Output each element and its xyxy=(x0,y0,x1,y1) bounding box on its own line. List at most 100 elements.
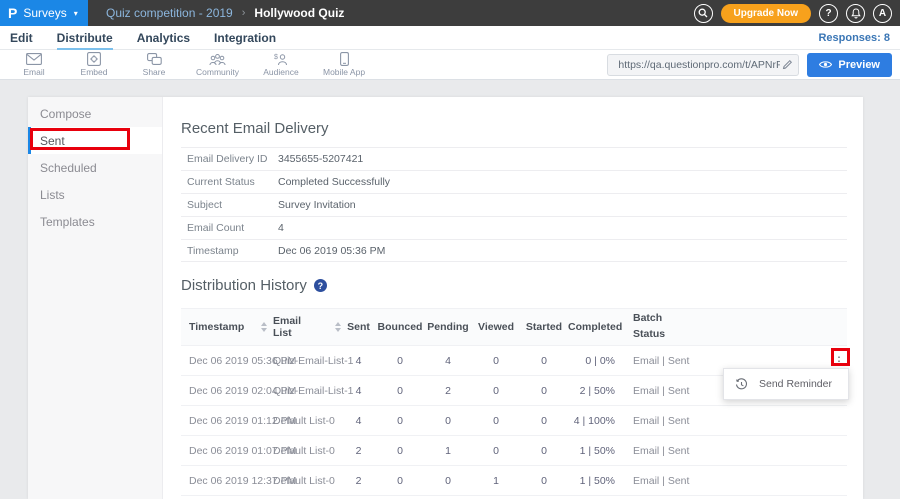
cell-completed: 0 | 0% xyxy=(568,355,615,367)
cell-pending: 0 xyxy=(424,475,472,487)
info-row-subject: SubjectSurvey Invitation xyxy=(181,193,847,216)
search-icon[interactable] xyxy=(694,4,713,23)
audience-icon: $ xyxy=(273,52,289,66)
cell-batch_status: Email | Sent xyxy=(615,355,743,367)
cell-email_list: Quiz-Email-List-1 xyxy=(266,385,341,397)
sidebar-item-label: Templates xyxy=(40,215,95,229)
toolbar-item-label: Community xyxy=(196,67,239,77)
sidebar-item-lists[interactable]: Lists xyxy=(28,181,162,208)
cell-timestamp: Dec 06 2019 01:07 PM xyxy=(181,445,266,457)
col-label: Timestamp xyxy=(189,321,244,333)
toolbar-item-audience[interactable]: $Audience xyxy=(263,52,299,77)
help-button[interactable]: ? xyxy=(819,4,838,23)
col-timestamp[interactable]: Timestamp xyxy=(181,321,266,333)
survey-url-field xyxy=(607,54,799,76)
cell-sent: 4 xyxy=(341,385,376,397)
survey-url-input[interactable] xyxy=(616,58,782,72)
notifications-bell-icon[interactable] xyxy=(846,4,865,23)
cell-email_list: Quiz-Email-List-1 xyxy=(266,355,341,367)
tab-label: Analytics xyxy=(137,31,190,45)
mobile-app-icon xyxy=(340,52,349,66)
distribution-history-title: Distribution History xyxy=(181,277,307,294)
sidebar-item-label: Compose xyxy=(40,107,91,121)
distribution-history-header: Distribution History ? xyxy=(181,277,847,294)
col-sent: Sent xyxy=(341,321,376,333)
tab-analytics[interactable]: Analytics xyxy=(137,31,190,45)
cell-bounced: 0 xyxy=(376,475,424,487)
cell-viewed: 1 xyxy=(472,475,520,487)
sent-panel-card: ComposeSentScheduledListsTemplates Recen… xyxy=(28,97,863,499)
breadcrumb-folder[interactable]: Quiz competition - 2019 xyxy=(106,6,233,20)
tab-label: Distribute xyxy=(57,31,113,50)
community-icon xyxy=(209,52,226,66)
toolbar-item-community[interactable]: Community xyxy=(196,52,239,77)
cell-sent: 2 xyxy=(341,445,376,457)
toolbar-item-embed[interactable]: Embed xyxy=(76,52,112,77)
info-row-email-count: Email Count4 xyxy=(181,216,847,239)
sidebar-item-label: Lists xyxy=(40,188,65,202)
share-icon xyxy=(147,52,162,66)
eye-icon xyxy=(819,60,832,69)
breadcrumb-current-survey: Hollywood Quiz xyxy=(254,6,344,20)
toolbar-item-label: Email xyxy=(23,67,44,77)
sidebar-item-templates[interactable]: Templates xyxy=(28,208,162,235)
cell-started: 0 xyxy=(520,355,568,367)
toolbar-item-mobile-app[interactable]: Mobile App xyxy=(323,52,365,77)
svg-text:$: $ xyxy=(274,54,278,61)
breadcrumb: Quiz competition - 2019 › Hollywood Quiz xyxy=(106,6,344,20)
info-label: Timestamp xyxy=(181,245,278,257)
info-value: 4 xyxy=(278,222,284,234)
col-bounced: Bounced xyxy=(376,321,424,333)
col-label: Viewed xyxy=(478,321,514,333)
tab-edit[interactable]: Edit xyxy=(10,31,33,45)
responses-count[interactable]: Responses: 8 xyxy=(818,32,890,44)
tab-integration[interactable]: Integration xyxy=(214,31,276,45)
upgrade-now-button[interactable]: Upgrade Now xyxy=(721,4,811,23)
col-label: Batch Status xyxy=(633,311,679,343)
sidebar-item-sent[interactable]: Sent xyxy=(28,127,162,154)
cell-email_list: Default List-0 xyxy=(266,475,341,487)
edit-url-pencil-icon[interactable] xyxy=(782,59,793,70)
preview-button[interactable]: Preview xyxy=(807,53,892,77)
help-question-icon[interactable]: ? xyxy=(314,279,327,292)
cell-completed: 4 | 100% xyxy=(568,415,615,427)
col-completed: Completed xyxy=(568,321,615,333)
cell-started: 0 xyxy=(520,385,568,397)
info-row-email-delivery-id: Email Delivery ID3455655-5207421 xyxy=(181,147,847,170)
embed-icon xyxy=(87,52,101,66)
info-label: Email Count xyxy=(181,222,278,234)
toolbar-item-share[interactable]: Share xyxy=(136,52,172,77)
chevron-down-icon: ▾ xyxy=(74,9,78,18)
cell-actions: ⋮ xyxy=(743,355,847,367)
toolbar-item-email[interactable]: Email xyxy=(16,52,52,77)
preview-button-label: Preview xyxy=(838,59,880,71)
kebab-menu-icon[interactable]: ⋮ xyxy=(831,355,847,367)
sidebar-item-scheduled[interactable]: Scheduled xyxy=(28,154,162,181)
col-email_list[interactable]: Email List xyxy=(266,315,341,339)
cell-sent: 4 xyxy=(341,355,376,367)
cell-timestamp: Dec 06 2019 05:36 PM xyxy=(181,355,266,367)
send-reminder-menu-item[interactable]: Send Reminder xyxy=(759,378,832,390)
toolbar-item-label: Mobile App xyxy=(323,67,365,77)
cell-batch_status: Email | Sent xyxy=(615,415,743,427)
sidebar-item-label: Sent xyxy=(40,134,65,148)
info-label: Email Delivery ID xyxy=(181,153,278,165)
reminder-icon xyxy=(735,378,748,391)
toolbar-item-label: Embed xyxy=(81,67,108,77)
sidebar-item-label: Scheduled xyxy=(40,161,97,175)
info-label: Subject xyxy=(181,199,278,211)
distribute-page: ComposeSentScheduledListsTemplates Recen… xyxy=(28,97,863,499)
tab-distribute[interactable]: Distribute xyxy=(57,31,113,45)
cell-timestamp: Dec 06 2019 12:37 PM xyxy=(181,475,266,487)
account-avatar[interactable]: A xyxy=(873,4,892,23)
cell-pending: 4 xyxy=(424,355,472,367)
col-batch_status: Batch Status xyxy=(615,311,743,343)
sidebar-item-compose[interactable]: Compose xyxy=(28,100,162,127)
cell-timestamp: Dec 06 2019 01:12 PM xyxy=(181,415,266,427)
cell-viewed: 0 xyxy=(472,445,520,457)
cell-bounced: 0 xyxy=(376,355,424,367)
surveys-menu[interactable]: P Surveys ▾ xyxy=(0,0,88,26)
cell-started: 0 xyxy=(520,415,568,427)
col-viewed: Viewed xyxy=(472,321,520,333)
questionpro-logo: P xyxy=(8,6,17,20)
